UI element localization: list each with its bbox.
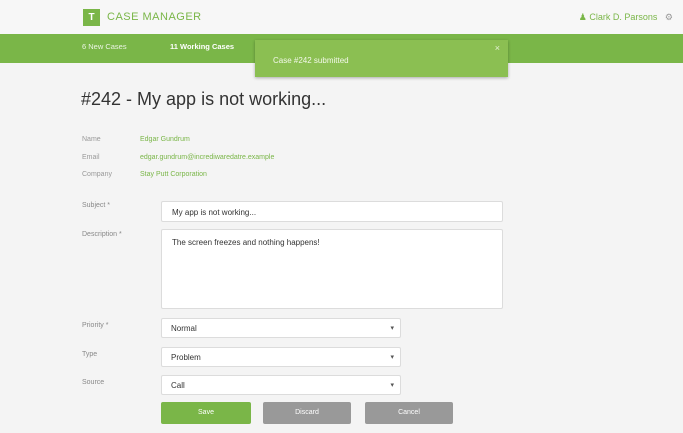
top-bar: T CASE MANAGER ♟ Clark D. Parsons ⚙ — [0, 0, 683, 34]
notification-toast: Case #242 submitted × — [255, 40, 508, 77]
close-icon[interactable]: × — [495, 43, 500, 53]
name-value[interactable]: Edgar Gundrum — [140, 136, 190, 143]
source-value: Call — [171, 381, 185, 390]
priority-value: Normal — [171, 324, 197, 333]
email-value[interactable]: edgar.gundrum@incrediwaredatre.example — [140, 154, 274, 161]
company-value[interactable]: Stay Putt Corporation — [140, 171, 207, 178]
save-button[interactable]: Save — [161, 402, 251, 424]
chevron-down-icon: ▾ — [390, 382, 394, 389]
chevron-down-icon: ▾ — [390, 325, 394, 332]
gear-icon[interactable]: ⚙ — [665, 12, 673, 22]
email-label: Email — [82, 154, 100, 161]
app-logo: T — [83, 9, 100, 26]
chevron-down-icon: ▾ — [390, 354, 394, 361]
priority-label: Priority * — [82, 322, 109, 329]
discard-button[interactable]: Discard — [263, 402, 351, 424]
page-title: #242 - My app is not working... — [81, 89, 327, 109]
type-select[interactable]: Problem ▾ — [161, 347, 401, 367]
type-value: Problem — [171, 353, 201, 362]
source-select[interactable]: Call ▾ — [161, 375, 401, 395]
user-menu[interactable]: ♟ Clark D. Parsons ⚙ — [579, 12, 673, 23]
tab-new-cases[interactable]: 6 New Cases — [82, 42, 127, 51]
name-label: Name — [82, 136, 101, 143]
user-name[interactable]: Clark D. Parsons — [589, 12, 657, 22]
cancel-button[interactable]: Cancel — [365, 402, 453, 424]
description-textarea[interactable]: The screen freezes and nothing happens! — [161, 229, 503, 309]
type-label: Type — [82, 351, 98, 358]
toast-message: Case #242 submitted — [273, 56, 349, 65]
app-title: CASE MANAGER — [107, 11, 202, 23]
company-label: Company — [82, 171, 112, 178]
source-label: Source — [82, 379, 105, 386]
subject-label: Subject * — [82, 202, 111, 209]
description-label: Description * — [82, 231, 122, 238]
priority-select[interactable]: Normal ▾ — [161, 318, 401, 338]
tab-working-cases[interactable]: 11 Working Cases — [170, 42, 234, 51]
user-icon: ♟ — [578, 12, 587, 22]
subject-input[interactable]: My app is not working... — [161, 201, 503, 222]
